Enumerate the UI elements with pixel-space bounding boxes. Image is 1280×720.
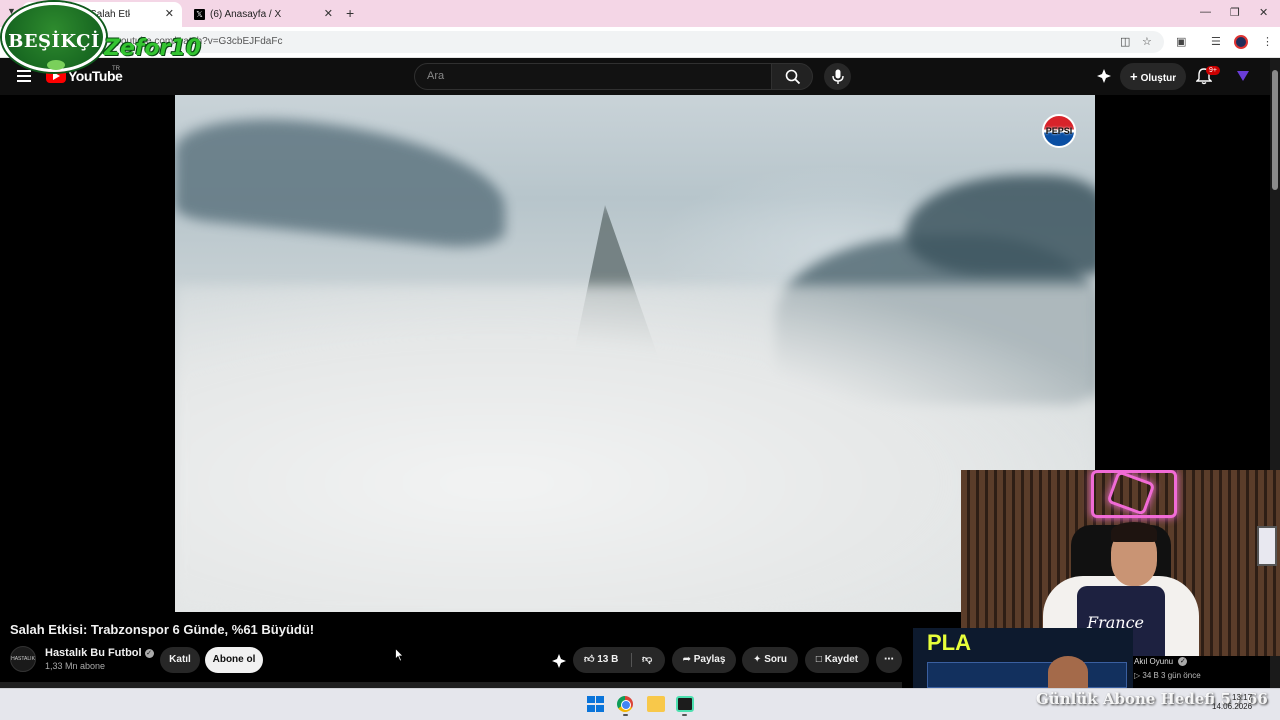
search-button[interactable] [771, 63, 813, 90]
sparkle-icon: ✦ [753, 654, 762, 665]
active-app-indicator [623, 714, 628, 716]
bookmark-icon: □ [815, 654, 822, 665]
ask-button[interactable]: ✦ Soru [742, 647, 798, 673]
ai-sparkle-icon[interactable] [1096, 67, 1112, 85]
system-clock[interactable]: 13:17 14.06.2026 [1212, 693, 1252, 711]
window-close-icon[interactable]: ✕ [1259, 6, 1268, 19]
account-avatar-icon[interactable] [1236, 70, 1250, 82]
search-input[interactable]: Ara [414, 63, 772, 90]
youtube-header: YouTube TR Ara + Oluştur [0, 58, 1270, 95]
divider [631, 653, 632, 667]
plus-icon: + [1130, 69, 1138, 84]
verified-check-icon: ✓ [1178, 657, 1188, 667]
install-app-icon[interactable]: ◫ [1120, 35, 1130, 48]
watermark-text: PEPSI [1045, 126, 1073, 136]
zefor10-brand: Zefor10 [104, 36, 202, 61]
close-icon[interactable]: ✕ [165, 7, 174, 20]
extensions-icon[interactable]: ▣ [1176, 35, 1186, 48]
x-logo-icon: 𝕏 [194, 9, 205, 20]
kebab-menu-icon[interactable]: ⋮ [1262, 35, 1273, 48]
profile-avatar[interactable] [1234, 35, 1248, 49]
voice-search-button[interactable] [824, 63, 851, 90]
join-button[interactable]: Katıl [160, 647, 200, 673]
microphone-icon [832, 69, 844, 84]
subscriber-count: 1,33 Mn abone [45, 661, 106, 671]
terminal-app-icon[interactable] [676, 696, 694, 712]
active-app-indicator [682, 714, 687, 716]
bookmark-star-icon[interactable]: ☆ [1142, 35, 1152, 48]
share-button[interactable]: ➦ Paylaş [672, 647, 736, 673]
thumbnail-face [1048, 656, 1088, 688]
video-player[interactable] [175, 95, 1095, 612]
chrome-icon[interactable] [617, 696, 633, 712]
create-button[interactable]: + Oluştur [1120, 63, 1186, 90]
tab-x[interactable]: 𝕏 (6) Anasayfa / X ✕ [186, 2, 341, 27]
minimize-icon[interactable]: — [1200, 6, 1211, 18]
recommended-channel-text: Akıl Oyunu [1134, 657, 1174, 666]
lineup-graphic [927, 662, 1127, 688]
ask-sparkle-icon[interactable] [551, 653, 567, 669]
more-actions-button[interactable]: ⋯ [876, 647, 902, 673]
share-icon: ➦ [682, 654, 691, 665]
region-code: TR [112, 66, 120, 72]
save-label: Kaydet [824, 654, 859, 665]
seal-text: BEŞİKÇİ [8, 31, 100, 52]
windows-start-icon[interactable] [587, 696, 605, 712]
cloud-shape [175, 285, 1095, 612]
subscribe-button[interactable]: Abone ol [205, 647, 263, 673]
thumbnail-text: PLA [927, 630, 971, 655]
media-control-icon[interactable]: ☰ [1211, 35, 1221, 48]
thumbs-down-icon: 👎︎ [642, 654, 653, 665]
search-icon [785, 69, 801, 85]
share-label: Paylaş [693, 654, 726, 665]
restore-icon[interactable]: ❐ [1230, 6, 1240, 19]
new-tab-icon[interactable]: + [346, 5, 354, 21]
channel-name-text: Hastalık Bu Futbol [45, 647, 142, 659]
save-button[interactable]: □ Kaydet [805, 647, 869, 673]
hamburger-menu-icon[interactable] [17, 70, 31, 82]
streamer-hair [1111, 522, 1157, 542]
like-count: 13 B [597, 654, 619, 665]
verified-check-icon: ✓ [144, 648, 154, 658]
like-button[interactable]: 👍︎ 13 B [584, 654, 618, 665]
besikci-logo-seal: BEŞİKÇİ [2, 2, 106, 72]
file-explorer-icon[interactable] [647, 696, 665, 712]
recommended-channel[interactable]: Akıl Oyunu ✓ [1134, 657, 1188, 667]
tab-title: (6) Anasayfa / X [210, 9, 282, 20]
channel-name[interactable]: Hastalık Bu Futbol ✓ [45, 647, 154, 659]
like-dislike-group: 👍︎ 13 B 👎︎ [573, 647, 665, 673]
mouse-cursor-icon [395, 648, 404, 662]
mountain-shape [175, 107, 505, 253]
leaf-icon [47, 60, 65, 70]
dislike-button[interactable]: 👎︎ [642, 647, 652, 673]
pepsi-logo: PEPSI [1042, 114, 1076, 148]
clock-date: 14.06.2026 [1212, 702, 1253, 711]
notification-badge: 9+ [1206, 66, 1220, 75]
ask-label: Soru [764, 654, 787, 665]
video-title: Salah Etkisi: Trabzonspor 6 Günde, %61 B… [10, 622, 315, 637]
jersey-frame [1257, 526, 1277, 566]
recommended-meta: ▷ 34 B 3 gün önce [1134, 671, 1201, 680]
close-icon[interactable]: ✕ [324, 7, 333, 20]
more-dots-icon: ⋯ [884, 654, 894, 665]
browser-tab-strip: ▼ Salah Etkisi: Trabzonspo ✕ 𝕏 (6) Anasa… [0, 0, 1280, 27]
scroll-thumb[interactable] [1272, 70, 1278, 190]
recommended-video-thumbnail[interactable]: PLA [913, 628, 1133, 688]
url-field[interactable]: youtube.com/watch?v=G3cbEJFdaFc [96, 31, 1164, 53]
thumbs-up-icon: 👍︎ [584, 654, 595, 665]
mountain-shape [905, 175, 1095, 275]
clock-time: 13:17 [1232, 693, 1253, 702]
channel-avatar[interactable]: HASTALIK [10, 646, 36, 672]
create-label: Oluştur [1140, 73, 1177, 84]
